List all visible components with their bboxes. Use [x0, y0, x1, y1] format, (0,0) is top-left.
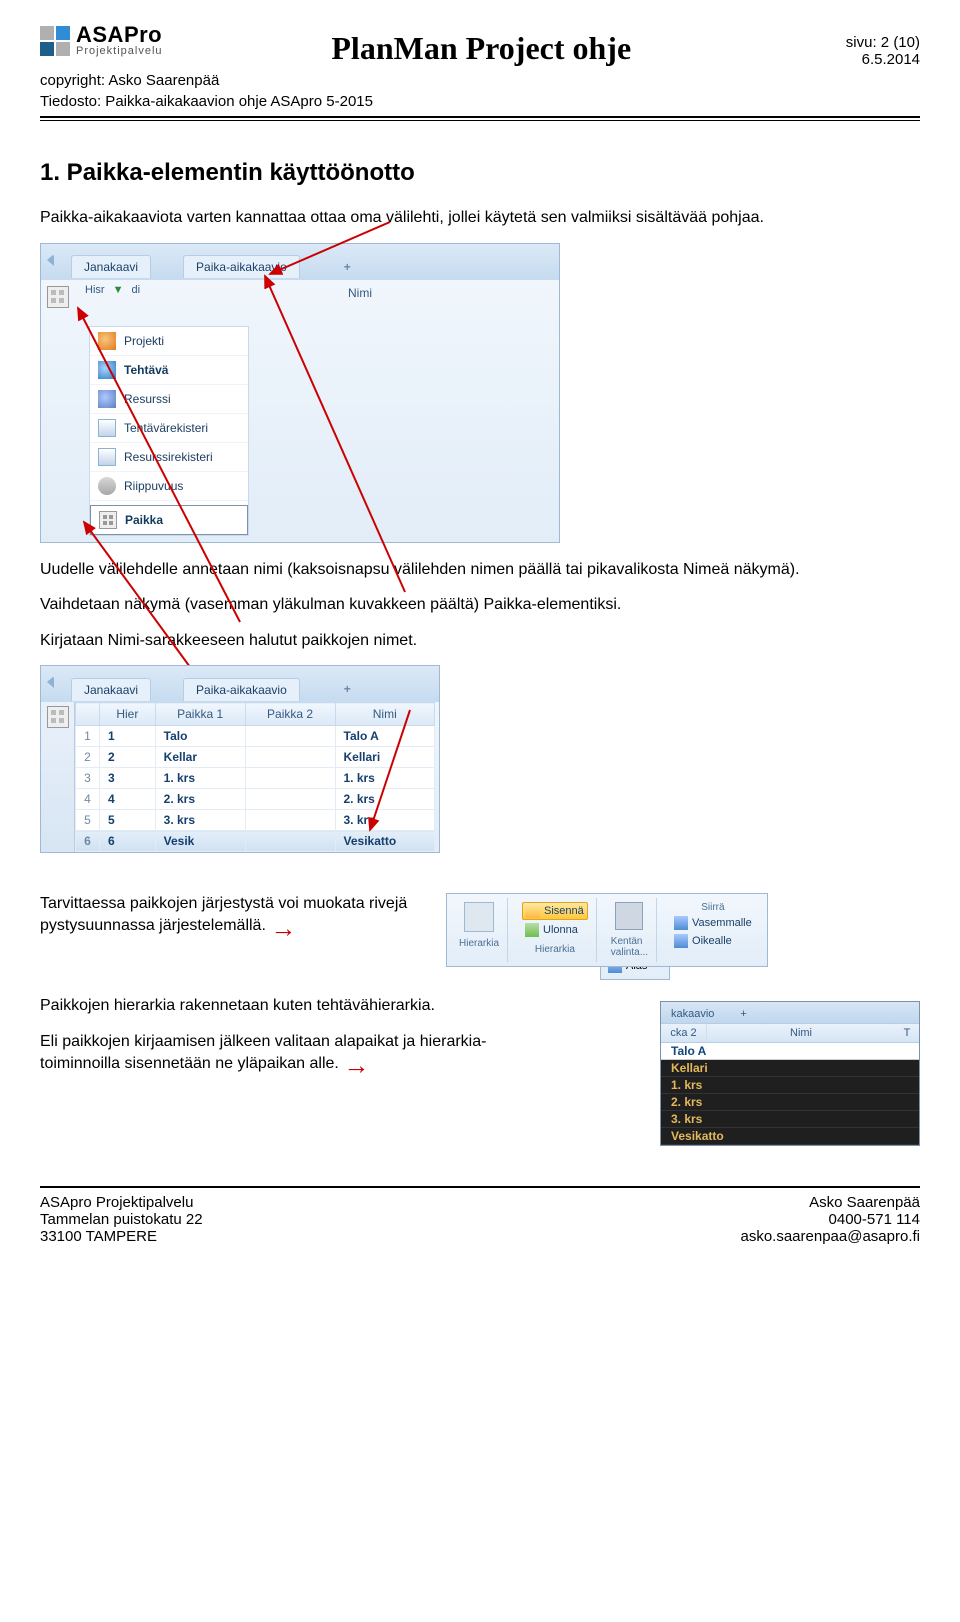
section-heading: 1. Paikka-elementin käyttöönotto [40, 159, 920, 187]
table-row[interactable]: 331. krs1. krs [76, 768, 435, 789]
list-item[interactable]: Talo A [661, 1043, 919, 1060]
paragraph: Kirjataan Nimi-sarakkeeseen halutut paik… [40, 630, 920, 652]
col-cka2[interactable]: cka 2 [661, 1024, 707, 1042]
column-nimi: Nimi [161, 280, 559, 320]
doc-title: PlanMan Project ohje [163, 30, 800, 67]
add-tab-button[interactable]: + [332, 256, 363, 278]
col-paikka1[interactable]: Paikka 1 [155, 703, 245, 726]
view-switcher-icon[interactable] [47, 706, 69, 728]
footer-email: asko.saarenpaa@asapro.fi [740, 1228, 920, 1245]
field-select-icon[interactable] [615, 902, 643, 930]
file-line: Tiedosto: Paikka-aikakaavion ohje ASApro… [40, 93, 920, 110]
tab-fragment[interactable]: kakaavio [671, 1008, 714, 1020]
list-item[interactable]: 2. krs [661, 1094, 919, 1111]
footer-phone: 0400-571 114 [740, 1211, 920, 1228]
copyright-line: copyright: Asko Saarenpää [40, 72, 920, 89]
screenshot-panel-2: Janakaavi Paika-aikakaavio + Hier Paikka… [40, 665, 440, 853]
prev-tab-arrow-icon[interactable] [47, 254, 54, 266]
logo-line2: Projektipalvelu [76, 46, 163, 57]
places-table: Hier Paikka 1 Paikka 2 Nimi 11TaloTalo A… [75, 702, 435, 852]
footer-city: 33100 TAMPERE [40, 1228, 203, 1245]
resource-icon [98, 390, 116, 408]
right-icon [674, 934, 688, 948]
location-icon [99, 511, 117, 529]
project-icon [98, 332, 116, 350]
page-number: sivu: 2 (10) [800, 34, 920, 51]
paragraph: Tarvittaessa paikkojen järjestystä voi m… [40, 893, 420, 936]
page-footer: ASApro Projektipalvelu Tammelan puistoka… [40, 1194, 920, 1245]
indent-button[interactable]: Sisennä [522, 902, 588, 920]
outdent-button[interactable]: Ulonna [522, 922, 581, 938]
paragraph: Vaihdetaan näkymä (vasemman yläkulman ku… [40, 594, 920, 616]
menu-item-tehtava[interactable]: Tehtävä [90, 356, 248, 385]
task-icon [98, 361, 116, 379]
menu-item-projekti[interactable]: Projekti [90, 327, 248, 356]
view-switcher-icon[interactable] [47, 286, 69, 308]
task-registry-icon [98, 419, 116, 437]
menu-item-tehtavarekisteri[interactable]: Tehtävärekisteri [90, 414, 248, 443]
paragraph: Paikkojen hierarkia rakennetaan kuten te… [40, 995, 490, 1017]
dependency-icon [98, 477, 116, 495]
move-left-button[interactable]: Vasemmalle [671, 915, 755, 931]
logo: ASAPro Projektipalvelu [40, 24, 163, 57]
menu-item-riippuvuus[interactable]: Riippuvuus [90, 472, 248, 501]
screenshot-panel-3: kakaavio + cka 2 Nimi T Talo A Kellari 1… [660, 1001, 920, 1146]
table-row[interactable]: 553. krs3. krs [76, 810, 435, 831]
footer-person: Asko Saarenpää [740, 1194, 920, 1211]
corner-hisr: Hisr [85, 284, 105, 320]
menu-item-resurssirekisteri[interactable]: Resurssirekisteri [90, 443, 248, 472]
logo-line1: ASAPro [76, 24, 163, 46]
col-t[interactable]: T [895, 1024, 919, 1042]
tab-janakaavi[interactable]: Janakaavi [71, 255, 151, 278]
doc-date: 6.5.2014 [800, 51, 920, 68]
add-tab-button[interactable]: + [740, 1008, 746, 1020]
move-right-button[interactable]: Oikealle [671, 933, 735, 949]
outdent-icon [525, 923, 539, 937]
paragraph: Uudelle välilehdelle annetaan nimi (kaks… [40, 559, 920, 581]
list-item[interactable]: Kellari [661, 1060, 919, 1077]
page-header: ASAPro Projektipalvelu PlanMan Project o… [40, 24, 920, 125]
indent-icon [526, 904, 540, 918]
table-row[interactable]: 66VesikVesikatto [76, 831, 435, 852]
col-paikka2[interactable]: Paikka 2 [245, 703, 335, 726]
paragraph: Paikka-aikakaaviota varten kannattaa ott… [40, 207, 920, 229]
resource-registry-icon [98, 448, 116, 466]
add-tab-button[interactable]: + [332, 678, 363, 700]
corner-di: di [131, 284, 140, 320]
table-row[interactable]: 442. krs2. krs [76, 789, 435, 810]
paragraph: Eli paikkojen kirjaamisen jälkeen valita… [40, 1031, 490, 1074]
tab-paikka-aikakaavio[interactable]: Paika-aikakaavio [183, 678, 300, 701]
tab-paikka-aikakaavio[interactable]: Paika-aikakaavio [183, 255, 300, 278]
col-hier[interactable]: Hier [100, 703, 156, 726]
table-row[interactable]: 22KellarKellari [76, 747, 435, 768]
hierarchy-icon[interactable] [464, 902, 494, 932]
list-item[interactable]: Vesikatto [661, 1128, 919, 1145]
ribbon-hierarkia: Hierarkia Sisennä Ulonna Hierarkia Kentä… [446, 893, 768, 967]
list-item[interactable]: 3. krs [661, 1111, 919, 1128]
screenshot-panel-1: Janakaavi Paika-aikakaavio + Hisr ▼ di N… [40, 243, 560, 543]
menu-item-resurssi[interactable]: Resurssi [90, 385, 248, 414]
tab-janakaavi[interactable]: Janakaavi [71, 678, 151, 701]
footer-company: ASApro Projektipalvelu [40, 1194, 203, 1211]
footer-address: Tammelan puistokatu 22 [40, 1211, 203, 1228]
col-nimi[interactable]: Nimi [707, 1024, 895, 1042]
table-row[interactable]: 11TaloTalo A [76, 726, 435, 747]
left-icon [674, 916, 688, 930]
menu-item-paikka[interactable]: Paikka [90, 505, 248, 535]
prev-tab-arrow-icon[interactable] [47, 676, 54, 688]
col-nimi[interactable]: Nimi [335, 703, 435, 726]
list-item[interactable]: 1. krs [661, 1077, 919, 1094]
